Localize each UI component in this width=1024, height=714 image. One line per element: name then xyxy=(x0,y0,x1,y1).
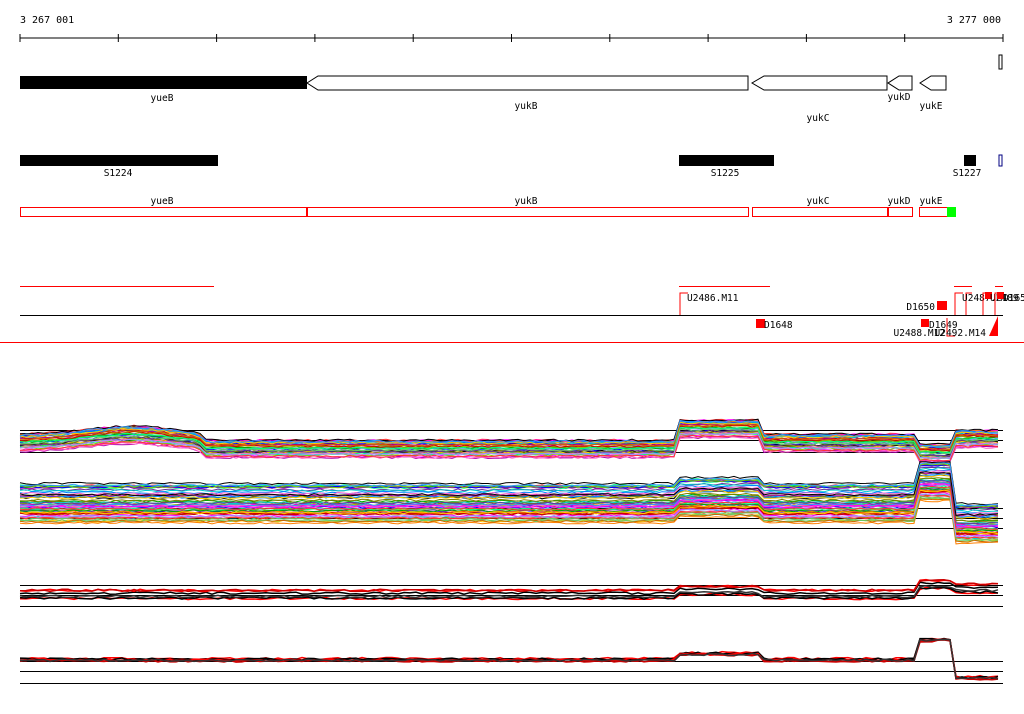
feature-label-D1648: D1648 xyxy=(764,320,793,331)
feature-marker-D1649[interactable] xyxy=(921,319,929,327)
tiling-panel-3 xyxy=(19,578,1003,607)
segment-S1224[interactable] xyxy=(20,155,218,166)
tiling-panel-4 xyxy=(19,637,1003,684)
transcript-box-yukC[interactable] xyxy=(752,207,888,217)
tiling-panel-1 xyxy=(19,418,1003,463)
transcript-box-yukE[interactable] xyxy=(919,207,948,217)
gene-yukC[interactable] xyxy=(751,75,888,91)
gene-label-yukD: yukD xyxy=(888,92,911,103)
gene-label-yueB: yueB xyxy=(151,93,174,104)
panel3-series xyxy=(19,578,999,601)
transcript-label-yueB: yueB xyxy=(151,196,174,207)
transcript-track: yueB yukB yukC yukD yukE xyxy=(20,196,956,217)
gene-yukD[interactable] xyxy=(887,75,913,91)
ruler-start-label: 3 267 001 xyxy=(20,15,74,26)
ruler-end-label: 3 277 000 xyxy=(947,15,1001,26)
expression-trace xyxy=(19,581,999,596)
segment-label-S1227: S1227 xyxy=(953,168,982,179)
gene-yueB[interactable] xyxy=(20,76,307,89)
transcript-label-yukC: yukC xyxy=(807,196,830,207)
tiling-panel-2 xyxy=(19,461,1003,545)
gene-fragment-marker xyxy=(998,54,1003,70)
segment-S1227[interactable] xyxy=(964,155,976,166)
segment-end-marker xyxy=(998,154,1003,167)
segment-S1225[interactable] xyxy=(679,155,774,166)
segment-track: S1224 S1225 S1227 xyxy=(20,154,1003,179)
transcript-box-yueB[interactable] xyxy=(20,207,308,217)
gene-yukB[interactable] xyxy=(306,75,749,91)
segment-label-S1225: S1225 xyxy=(711,168,740,179)
expression-trace xyxy=(19,462,999,507)
transcript-label-yukB: yukB xyxy=(515,196,538,207)
transcript-label-yukE: yukE xyxy=(920,196,943,207)
gene-label-yukC: yukC xyxy=(807,113,830,124)
gene-yukE[interactable] xyxy=(919,75,947,91)
segment-label-S1224: S1224 xyxy=(104,168,133,179)
gene-track: yueB yukB yukC yukD yukE xyxy=(20,54,1003,124)
transcript-box-yukD[interactable] xyxy=(888,207,913,217)
genome-browser-view: 3 267 001 3 277 000 yueB yukB yukC yukD … xyxy=(0,15,1024,684)
feature-label-D1651: D1651 xyxy=(1003,293,1024,304)
feature-label-D1650: D1650 xyxy=(906,302,935,313)
feature-label-U2486: U2486.M11 xyxy=(687,293,739,304)
feature-marker-D1650[interactable] xyxy=(937,301,947,310)
gene-label-yukE: yukE xyxy=(920,101,943,112)
transcript-box-yukB[interactable] xyxy=(306,207,749,217)
feature-marker-U2492[interactable] xyxy=(989,316,998,336)
feature-track: U2486.M11 D1648 D1650 D1649 U2488.M12 U2… xyxy=(0,286,1024,343)
panel2-series xyxy=(19,461,999,545)
transcript-label-yukD: yukD xyxy=(888,196,911,207)
panel1-series xyxy=(19,418,999,463)
gene-label-yukB: yukB xyxy=(515,101,538,112)
feature-label-U2492: U2492.M14 xyxy=(935,328,987,339)
start-marker xyxy=(947,207,956,217)
panel4-series xyxy=(19,637,999,681)
coordinate-ruler: 3 267 001 3 277 000 xyxy=(19,15,1004,42)
